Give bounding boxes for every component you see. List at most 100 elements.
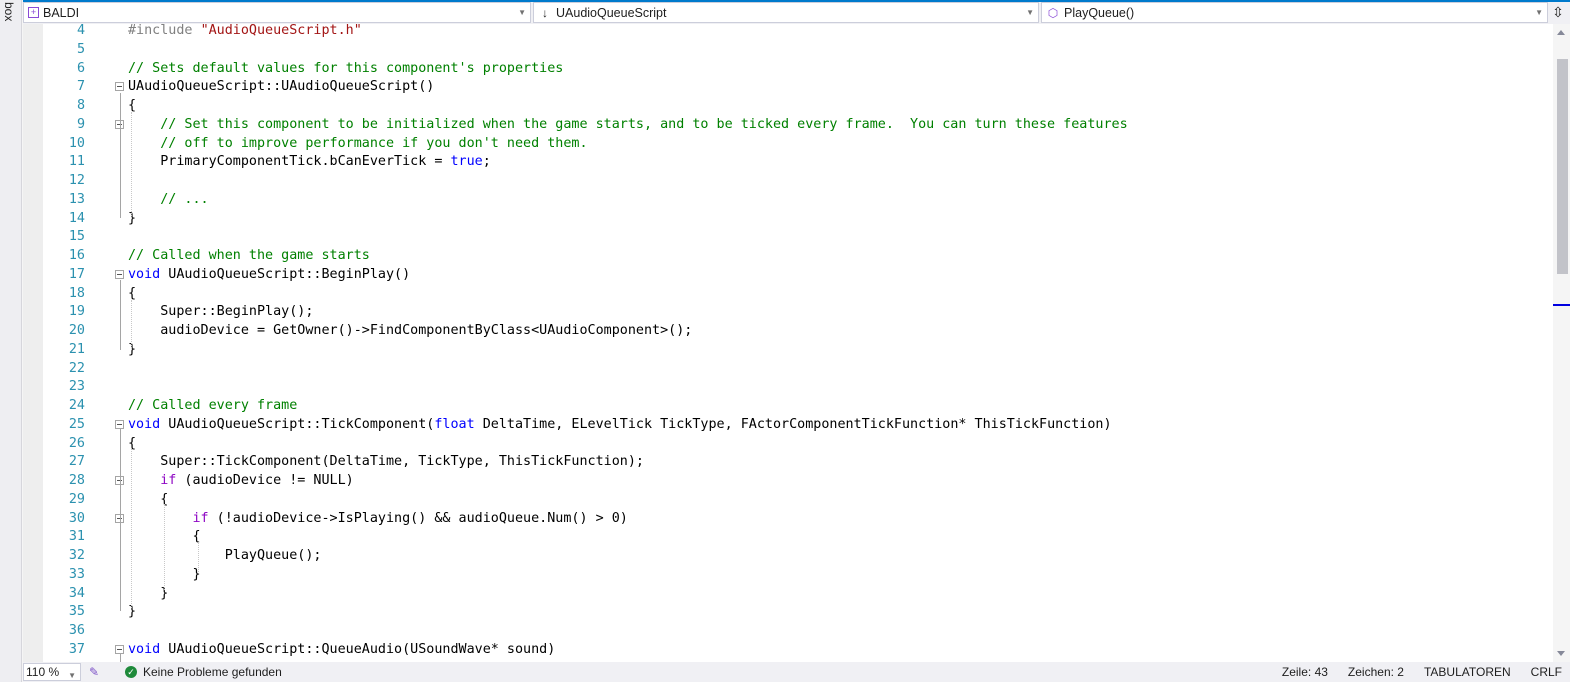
line-number: 31	[68, 529, 85, 544]
code-line[interactable]: 6 // Sets default values for this compone…	[23, 59, 1553, 78]
scope-line	[120, 654, 121, 662]
code-line[interactable]: 32 PlayQueue();	[23, 546, 1553, 565]
issues-indicator[interactable]: ✓ Keine Probleme gefunden	[125, 665, 282, 679]
project-icon: +	[28, 7, 39, 18]
line-number: 37	[68, 642, 85, 657]
indent-indicator[interactable]: TABULATOREN	[1424, 665, 1511, 679]
code-line[interactable]: 34 }	[23, 584, 1553, 603]
line-number: 21	[68, 342, 85, 357]
code-line[interactable]: 4 #include "AudioQueueScript.h"	[23, 24, 1553, 40]
scope-dropdown[interactable]: ↓ UAudioQueueScript ▼	[533, 2, 1039, 23]
code-line[interactable]: 7 UAudioQueueScript::UAudioQueueScript()	[23, 77, 1553, 96]
code-line[interactable]: 14}	[23, 209, 1553, 228]
line-number: 13	[68, 192, 85, 207]
collapse-icon[interactable]	[115, 420, 124, 429]
eol-indicator[interactable]: CRLF	[1531, 665, 1562, 679]
line-number: 36	[68, 623, 85, 638]
code-line[interactable]: 24 // Called every frame	[23, 396, 1553, 415]
line-number: 30	[68, 511, 85, 526]
code-editor[interactable]: 4 #include "AudioQueueScript.h" 5 6 // Sets …	[23, 24, 1553, 662]
code-text: void UAudioQueueScript::QueueAudio(USoun…	[128, 642, 556, 657]
visual-studio-window: box + BALDI ▼ ↓ UAudioQueueScript ▼ ⬡ Pl…	[0, 0, 1570, 682]
zoom-dropdown[interactable]: 110 % ▼	[23, 663, 81, 681]
line-indicator[interactable]: Zeile: 43	[1282, 665, 1328, 679]
issues-text: Keine Probleme gefunden	[143, 665, 282, 679]
collapse-icon[interactable]	[115, 645, 124, 654]
chevron-down-icon: ▼	[1535, 8, 1543, 17]
char-indicator[interactable]: Zeichen: 2	[1348, 665, 1404, 679]
code-line[interactable]: 17 void UAudioQueueScript::BeginPlay()	[23, 265, 1553, 284]
member-dropdown[interactable]: ⬡ PlayQueue() ▼	[1041, 2, 1548, 23]
line-number: 18	[68, 286, 85, 301]
code-text: audioDevice = GetOwner()->FindComponentB…	[128, 323, 693, 338]
code-text: Super::BeginPlay();	[128, 304, 314, 319]
split-icon: ⇳	[1552, 4, 1564, 20]
code-text: void UAudioQueueScript::TickComponent(fl…	[128, 417, 1112, 432]
line-number: 27	[68, 454, 85, 469]
line-number: 5	[76, 42, 85, 57]
code-line[interactable]: 31 {	[23, 527, 1553, 546]
line-number: 8	[76, 98, 85, 113]
code-line[interactable]: 30 if (!audioDevice->IsPlaying() && audi…	[23, 509, 1553, 528]
collapse-icon[interactable]	[115, 82, 124, 91]
code-line[interactable]: 13 // ...	[23, 190, 1553, 209]
arrow-down-icon: ↓	[542, 5, 548, 20]
code-line[interactable]: 5	[23, 40, 1553, 59]
code-line[interactable]: 25 void UAudioQueueScript::TickComponent(…	[23, 415, 1553, 434]
code-text: #include "AudioQueueScript.h"	[128, 24, 362, 38]
code-line[interactable]: 27 Super::TickComponent(DeltaTime, TickT…	[23, 452, 1553, 471]
line-number: 14	[68, 211, 85, 226]
code-line[interactable]: 28 if (audioDevice != NULL)	[23, 471, 1553, 490]
code-line[interactable]: 8{	[23, 96, 1553, 115]
method-cube-icon: ⬡	[1047, 5, 1059, 20]
code-text: {	[128, 286, 137, 301]
scrollbar-thumb[interactable]	[1557, 59, 1568, 274]
code-line[interactable]: 29 {	[23, 490, 1553, 509]
code-cleanup-icon[interactable]: ✎	[87, 665, 101, 679]
code-line[interactable]: 12	[23, 171, 1553, 190]
collapse-icon[interactable]	[115, 270, 124, 279]
project-dropdown[interactable]: + BALDI ▼	[23, 2, 531, 23]
code-line[interactable]: 18 {	[23, 284, 1553, 303]
chevron-down-icon: ▼	[68, 671, 76, 680]
code-line[interactable]: 9 // Set this component to be initialize…	[23, 115, 1553, 134]
line-number: 4	[76, 24, 85, 38]
code-text: {	[128, 492, 169, 507]
check-circle-icon: ✓	[125, 666, 137, 678]
scope-line	[120, 93, 121, 218]
code-line[interactable]: 35}	[23, 602, 1553, 621]
code-line[interactable]: 15	[23, 227, 1553, 246]
code-text: // off to improve performance if you don…	[160, 136, 588, 151]
zoom-value: 110 %	[26, 665, 60, 679]
code-text: }	[128, 342, 137, 357]
code-line[interactable]: 36	[23, 621, 1553, 640]
indent-guide	[131, 448, 132, 608]
split-window-button[interactable]: ⇳	[1548, 2, 1568, 23]
chevron-down-icon: ▼	[1026, 8, 1034, 17]
code-line[interactable]: 23	[23, 377, 1553, 396]
code-line[interactable]: 16 // Called when the game starts	[23, 246, 1553, 265]
code-line[interactable]: 37 void UAudioQueueScript::QueueAudio(USo…	[23, 640, 1553, 659]
line-number: 34	[68, 586, 85, 601]
scroll-up-icon[interactable]	[1557, 30, 1565, 35]
code-line[interactable]: 33 }	[23, 565, 1553, 584]
code-line[interactable]: 11 PrimaryComponentTick.bCanEverTick = t…	[23, 152, 1553, 171]
code-line[interactable]: 22	[23, 359, 1553, 378]
indent-guide	[131, 300, 132, 348]
status-bar: 110 % ▼ ✎ ✓ Keine Probleme gefunden Zeil…	[23, 662, 1570, 682]
chevron-down-icon: ▼	[518, 8, 526, 17]
code-line[interactable]: 19 Super::BeginPlay();	[23, 302, 1553, 321]
line-number: 12	[68, 173, 85, 188]
line-number: 25	[68, 417, 85, 432]
project-label: BALDI	[43, 5, 80, 20]
code-line[interactable]: 21}	[23, 340, 1553, 359]
code-text: }	[128, 211, 137, 226]
vertical-scrollbar[interactable]	[1553, 24, 1570, 662]
navigation-bar: + BALDI ▼ ↓ UAudioQueueScript ▼ ⬡ PlayQu…	[23, 0, 1570, 24]
code-line[interactable]: 20 audioDevice = GetOwner()->FindCompone…	[23, 321, 1553, 340]
line-number: 6	[76, 61, 85, 76]
code-line[interactable]: 10 // off to improve performance if you …	[23, 134, 1553, 153]
scroll-down-icon[interactable]	[1557, 651, 1565, 656]
code-line[interactable]: 26 {	[23, 434, 1553, 453]
toolbox-tab[interactable]: box	[0, 0, 22, 682]
